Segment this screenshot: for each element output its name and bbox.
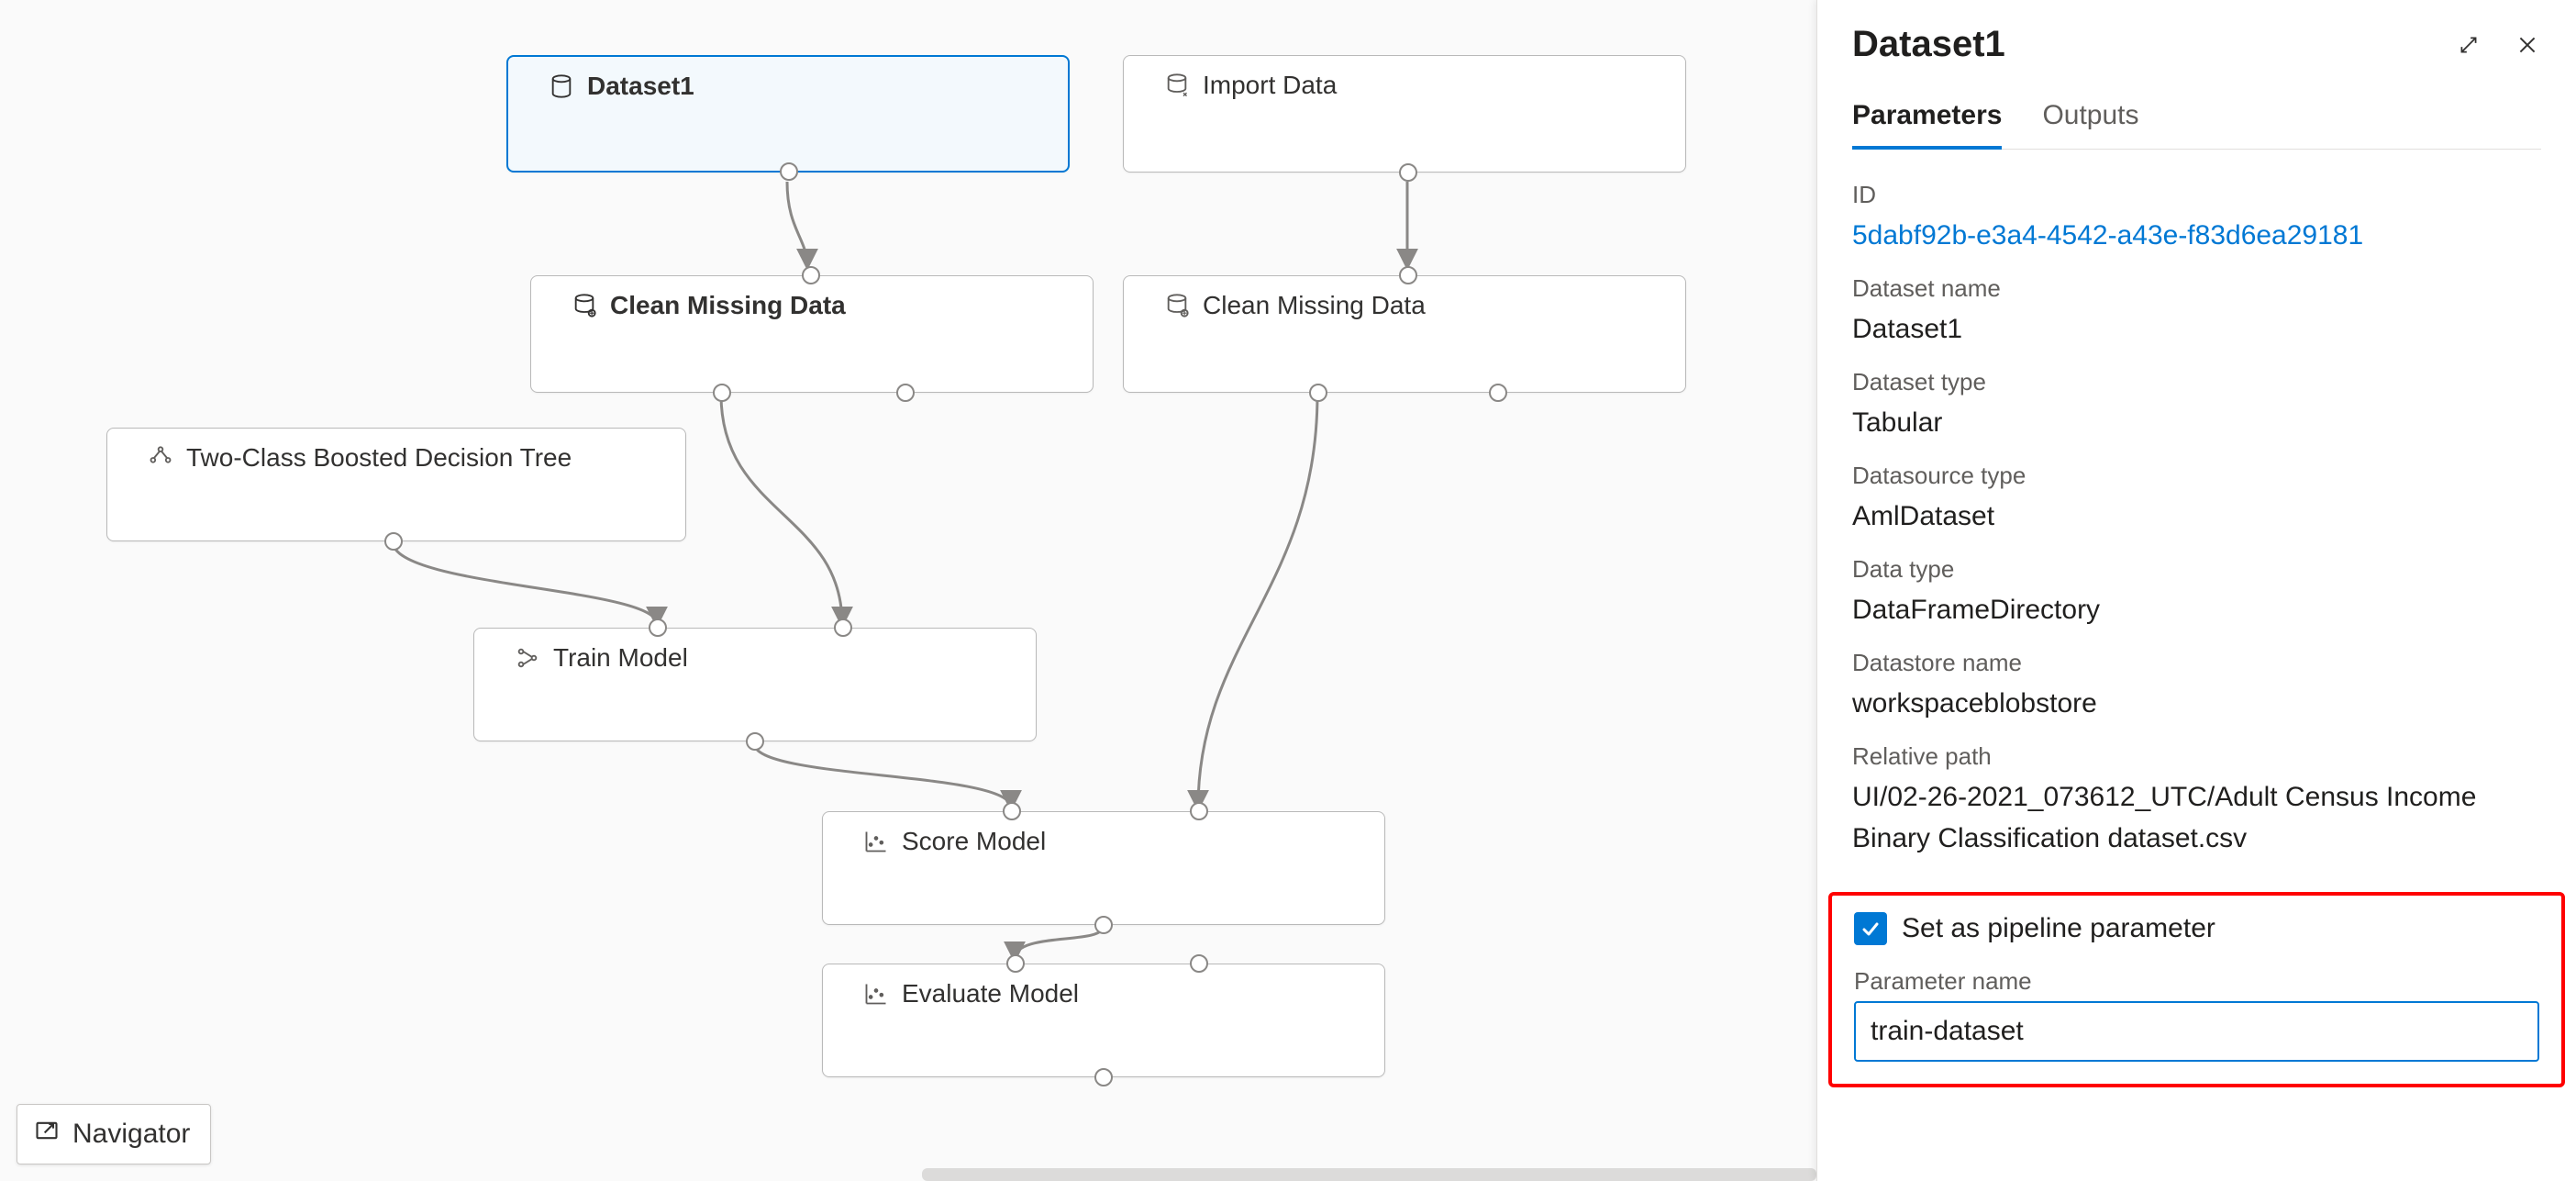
canvas-horizontal-scrollbar[interactable]: [922, 1168, 1816, 1181]
parameter-name-label: Parameter name: [1854, 967, 2539, 996]
node-label: Dataset1: [587, 72, 694, 101]
port-in-2[interactable]: [1190, 954, 1208, 973]
set-as-pipeline-parameter-checkbox[interactable]: [1854, 912, 1887, 945]
port-in-1[interactable]: [1006, 954, 1025, 973]
port-in-1[interactable]: [649, 618, 667, 637]
port-out-1[interactable]: [1309, 384, 1327, 402]
node-label: Import Data: [1203, 71, 1337, 100]
set-as-pipeline-parameter-label: Set as pipeline parameter: [1902, 913, 2215, 944]
import-data-icon: [1164, 72, 1190, 98]
transform-icon: [1164, 293, 1190, 318]
navigator-button[interactable]: Navigator: [17, 1104, 211, 1164]
navigator-label: Navigator: [72, 1119, 190, 1150]
datasource-type-value: AmlDataset: [1852, 496, 2541, 537]
node-label: Evaluate Model: [902, 979, 1079, 1008]
evaluate-icon: [863, 981, 889, 1007]
port-out-2[interactable]: [1489, 384, 1507, 402]
close-icon[interactable]: [2514, 31, 2541, 59]
port-in[interactable]: [1399, 266, 1417, 284]
node-clean-missing-data-2[interactable]: Clean Missing Data: [1123, 275, 1686, 393]
dataset-icon: [549, 73, 574, 99]
node-dataset1[interactable]: Dataset1: [506, 55, 1070, 173]
id-label: ID: [1852, 181, 2541, 209]
datasource-type-label: Datasource type: [1852, 462, 2541, 490]
port-out[interactable]: [1094, 1068, 1113, 1086]
node-import-data[interactable]: Import Data: [1123, 55, 1686, 173]
node-label: Train Model: [553, 643, 688, 673]
train-icon: [515, 645, 540, 671]
tab-outputs[interactable]: Outputs: [2042, 100, 2138, 150]
datastore-name-label: Datastore name: [1852, 649, 2541, 677]
pipeline-canvas[interactable]: Dataset1 Import Data: [0, 0, 1816, 1181]
dataset-type-value: Tabular: [1852, 402, 2541, 443]
dataset-name-value: Dataset1: [1852, 308, 2541, 350]
relative-path-value: UI/02-26-2021_073612_UTC/Adult Census In…: [1852, 776, 2541, 859]
parameter-name-input[interactable]: [1854, 1001, 2539, 1062]
node-score-model[interactable]: Score Model: [822, 811, 1385, 925]
port-in[interactable]: [802, 266, 820, 284]
algorithm-icon: [148, 445, 173, 471]
node-label: Clean Missing Data: [1203, 291, 1426, 320]
node-label: Two-Class Boosted Decision Tree: [186, 443, 572, 473]
data-type-value: DataFrameDirectory: [1852, 589, 2541, 630]
node-two-class-boosted-decision-tree[interactable]: Two-Class Boosted Decision Tree: [106, 428, 686, 541]
port-in-1[interactable]: [1003, 802, 1021, 820]
port-out[interactable]: [384, 532, 403, 551]
navigator-icon: [34, 1118, 60, 1151]
tab-parameters[interactable]: Parameters: [1852, 100, 2002, 150]
port-out[interactable]: [1094, 916, 1113, 934]
node-train-model[interactable]: Train Model: [473, 628, 1037, 741]
pipeline-parameter-highlight: Set as pipeline parameter Parameter name: [1828, 892, 2565, 1087]
port-out[interactable]: [780, 162, 798, 181]
dataset-name-label: Dataset name: [1852, 274, 2541, 303]
port-in-2[interactable]: [834, 618, 852, 637]
id-value-link[interactable]: 5dabf92b-e3a4-4542-a43e-f83d6ea29181: [1852, 215, 2541, 256]
relative-path-label: Relative path: [1852, 742, 2541, 771]
port-out-1[interactable]: [713, 384, 731, 402]
node-label: Score Model: [902, 827, 1046, 856]
panel-tabs: Parameters Outputs: [1852, 100, 2541, 150]
data-type-label: Data type: [1852, 555, 2541, 584]
node-label: Clean Missing Data: [610, 291, 846, 320]
dataset-type-label: Dataset type: [1852, 368, 2541, 396]
properties-panel: Dataset1 Parameters Outputs ID: [1816, 0, 2576, 1181]
datastore-name-value: workspaceblobstore: [1852, 683, 2541, 724]
port-out-2[interactable]: [896, 384, 915, 402]
transform-icon: [572, 293, 597, 318]
port-in-2[interactable]: [1190, 802, 1208, 820]
panel-title: Dataset1: [1852, 24, 2005, 65]
expand-icon[interactable]: [2455, 31, 2482, 59]
node-clean-missing-data-1[interactable]: Clean Missing Data: [530, 275, 1094, 393]
score-icon: [863, 829, 889, 854]
node-evaluate-model[interactable]: Evaluate Model: [822, 964, 1385, 1077]
port-out[interactable]: [1399, 163, 1417, 182]
port-out[interactable]: [746, 732, 764, 751]
